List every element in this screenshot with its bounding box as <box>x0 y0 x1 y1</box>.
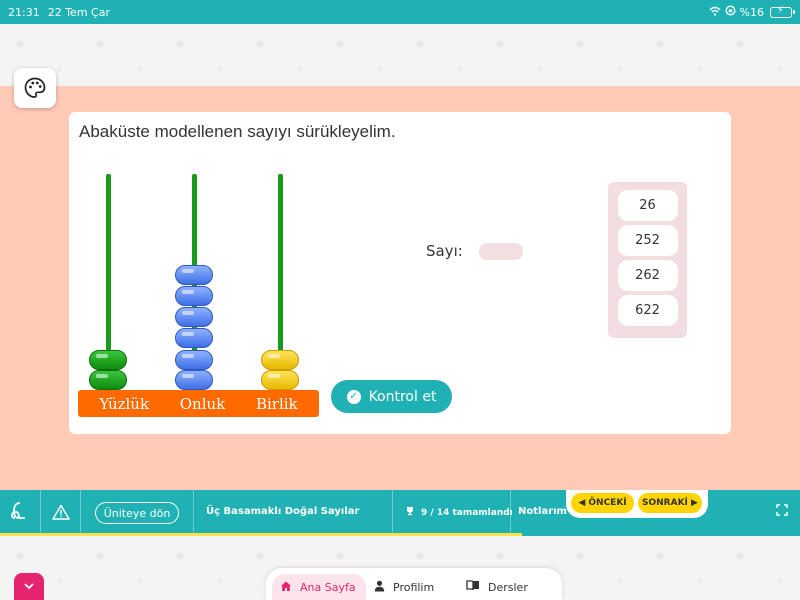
abacus-base: Yüzlük Onluk Birlik <box>78 390 319 417</box>
option-chip[interactable]: 252 <box>617 225 678 256</box>
abacus-label-ones: Birlik <box>255 394 298 413</box>
option-chip[interactable]: 26 <box>617 190 678 221</box>
question-text: Abaküste modellenen sayıyı sürükleyelim. <box>79 122 396 141</box>
battery-icon: ⚡ <box>770 5 795 18</box>
check-button[interactable]: ✓ Kontrol et <box>331 380 452 413</box>
app-logo-icon[interactable] <box>6 500 32 526</box>
abacus-bead <box>175 286 213 306</box>
battery-percent: %16 <box>739 5 764 19</box>
abacus-bead <box>175 265 213 285</box>
option-chip[interactable]: 622 <box>617 295 678 326</box>
previous-label: ÖNCEKİ <box>588 498 627 508</box>
bottom-nav: Ana Sayfa Profilim Dersler <box>266 568 562 600</box>
next-label: SONRAKİ <box>642 498 688 508</box>
previous-button[interactable]: ◀ ÖNCEKİ <box>571 493 634 513</box>
abacus-bead <box>261 370 299 390</box>
orientation-lock-icon <box>725 5 736 19</box>
divider <box>80 490 81 536</box>
divider <box>40 490 41 536</box>
notes-button[interactable]: Notlarım <box>518 506 567 517</box>
trophy-icon <box>405 506 415 519</box>
abacus-bead <box>175 328 213 348</box>
chevron-left-icon: ◀ <box>578 498 586 508</box>
abacus-bead <box>261 350 299 370</box>
abacus-label-tens: Onluk <box>179 394 226 413</box>
menu-toggle-button[interactable] <box>14 573 44 600</box>
divider <box>510 490 511 536</box>
nav-profile-label: Profilim <box>393 580 435 594</box>
check-icon: ✓ <box>346 389 361 404</box>
options-panel: 26 252 262 622 <box>608 182 687 338</box>
status-bar: 21:31 22 Tem Çar %16 ⚡ <box>0 0 800 24</box>
warning-icon[interactable] <box>52 504 70 520</box>
status-date: 22 Tem Çar <box>47 5 110 19</box>
abacus-bead <box>175 307 213 327</box>
progress-indicator: 9 / 14 tamamlandı <box>405 506 513 519</box>
palette-icon <box>24 77 46 98</box>
nav-profile[interactable]: Profilim <box>374 574 434 600</box>
nav-home-label: Ana Sayfa <box>300 580 356 594</box>
fullscreen-icon[interactable] <box>776 504 788 520</box>
answer-label: Sayı: <box>426 242 463 260</box>
abacus-label-hundreds: Yüzlük <box>99 394 150 413</box>
user-icon <box>374 580 385 595</box>
nav-lessons[interactable]: Dersler <box>466 574 528 600</box>
divider <box>193 490 194 536</box>
check-button-label: Kontrol et <box>368 388 437 405</box>
chevron-down-icon <box>24 580 34 593</box>
abacus-bead <box>89 350 127 370</box>
question-card: Abaküste modellenen sayıyı sürükleyelim.… <box>69 112 731 434</box>
lesson-title: Üç Basamaklı Doğal Sayılar <box>206 506 360 517</box>
lesson-bar: Üniteye dön Üç Basamaklı Doğal Sayılar 9… <box>0 490 800 536</box>
next-button[interactable]: SONRAKİ ▶ <box>638 493 702 513</box>
divider <box>392 490 393 536</box>
book-icon <box>466 580 480 594</box>
abacus-bead <box>175 350 213 370</box>
progress-text: 9 / 14 tamamlandı <box>421 507 513 518</box>
option-chip[interactable]: 262 <box>617 260 678 291</box>
answer-drop-slot[interactable] <box>479 243 523 260</box>
home-icon <box>280 580 292 595</box>
abacus-bead <box>175 370 213 390</box>
status-time: 21:31 <box>8 5 40 19</box>
palette-button[interactable] <box>14 68 56 108</box>
chevron-right-icon: ▶ <box>691 498 698 508</box>
pattern-background-top <box>0 24 800 86</box>
abacus-bead <box>89 370 127 390</box>
back-to-unit-button[interactable]: Üniteye dön <box>95 502 179 524</box>
nav-home[interactable]: Ana Sayfa <box>272 574 366 600</box>
nav-lessons-label: Dersler <box>488 580 528 594</box>
wifi-icon <box>709 6 721 19</box>
